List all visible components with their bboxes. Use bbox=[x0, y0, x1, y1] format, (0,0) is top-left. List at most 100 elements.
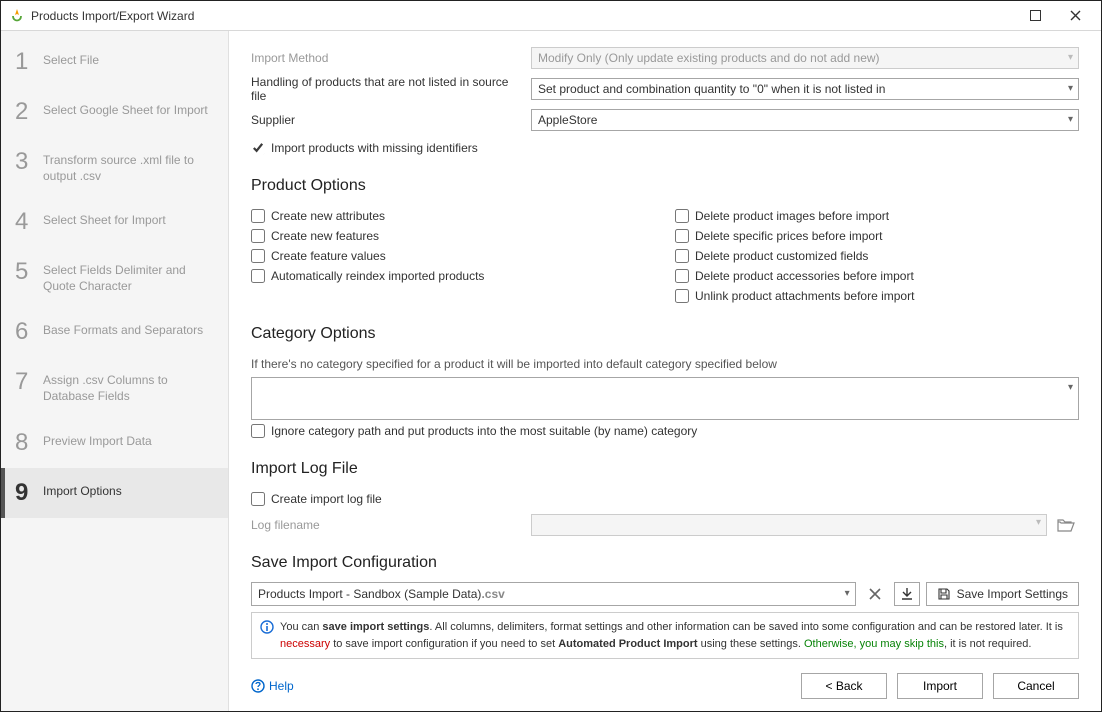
chk-delete-prices[interactable]: Delete specific prices before import bbox=[675, 227, 1079, 245]
checkbox-input[interactable] bbox=[251, 269, 265, 283]
step-4[interactable]: 4 Select Sheet for Import bbox=[1, 197, 228, 247]
app-icon bbox=[9, 8, 25, 24]
checkbox-label: Create new features bbox=[271, 229, 379, 243]
chk-auto-reindex[interactable]: Automatically reindex imported products bbox=[251, 267, 655, 285]
checkbox-label: Import products with missing identifiers bbox=[271, 141, 478, 155]
help-icon bbox=[251, 679, 265, 693]
checkbox-input[interactable] bbox=[675, 249, 689, 263]
chk-delete-images[interactable]: Delete product images before import bbox=[675, 207, 1079, 225]
step-7[interactable]: 7Assign .csv Columns to Database Fields bbox=[1, 357, 228, 417]
help-link[interactable]: Help bbox=[251, 679, 294, 693]
category-options-heading: Category Options bbox=[251, 325, 1079, 343]
checkbox-input[interactable] bbox=[251, 209, 265, 223]
handling-row: Handling of products that are not listed… bbox=[251, 75, 1079, 103]
close-icon bbox=[869, 588, 881, 600]
save-config-heading: Save Import Configuration bbox=[251, 554, 1079, 572]
save-icon bbox=[937, 587, 951, 601]
step-9[interactable]: 9Import Options bbox=[1, 468, 228, 518]
step-number: 2 bbox=[15, 100, 33, 124]
step-5[interactable]: 5 Select Fields Delimiter and Quote Chara… bbox=[1, 247, 228, 307]
step-number: 4 bbox=[15, 210, 33, 234]
chk-delete-custom-fields[interactable]: Delete product customized fields bbox=[675, 247, 1079, 265]
product-options-grid: Create new attributes Create new feature… bbox=[251, 205, 1079, 307]
download-config-button[interactable] bbox=[894, 582, 920, 606]
checkbox-input[interactable] bbox=[675, 289, 689, 303]
content-pane: Import Method Modify Only (Only update e… bbox=[229, 31, 1101, 711]
step-label: Transform source .xml file to output .cs… bbox=[43, 150, 218, 184]
save-info-box: You can save import settings. All column… bbox=[251, 612, 1079, 659]
step-label: Select Google Sheet for Import bbox=[43, 100, 208, 119]
supplier-label: Supplier bbox=[251, 113, 525, 127]
checkbox-input[interactable] bbox=[251, 249, 265, 263]
missing-ids-checkbox[interactable]: Import products with missing identifiers bbox=[251, 139, 1079, 157]
import-method-label: Import Method bbox=[251, 51, 525, 65]
square-icon bbox=[1030, 10, 1041, 21]
import-method-row: Import Method Modify Only (Only update e… bbox=[251, 47, 1079, 69]
back-button[interactable]: < Back bbox=[801, 673, 887, 699]
import-method-combo[interactable]: Modify Only (Only update existing produc… bbox=[531, 47, 1079, 69]
step-6[interactable]: 6Base Formats and Separators bbox=[1, 307, 228, 357]
close-button[interactable] bbox=[1055, 2, 1095, 30]
step-label: Select Sheet for Import bbox=[43, 210, 166, 229]
product-options-left: Create new attributes Create new feature… bbox=[251, 205, 655, 307]
chk-create-feature-values[interactable]: Create feature values bbox=[251, 247, 655, 265]
log-filename-label: Log filename bbox=[251, 518, 525, 532]
save-import-settings-button[interactable]: Save Import Settings bbox=[926, 582, 1079, 606]
step-label: Base Formats and Separators bbox=[43, 320, 203, 339]
default-category-combo[interactable] bbox=[251, 377, 1079, 420]
save-settings-label: Save Import Settings bbox=[957, 587, 1068, 601]
checkbox-input[interactable] bbox=[251, 229, 265, 243]
import-button[interactable]: Import bbox=[897, 673, 983, 699]
window-title: Products Import/Export Wizard bbox=[31, 9, 194, 23]
checkbox-input[interactable] bbox=[675, 269, 689, 283]
footer: Help < Back Import Cancel bbox=[251, 659, 1079, 699]
checkbox-input[interactable] bbox=[251, 141, 265, 155]
clear-config-button[interactable] bbox=[862, 582, 888, 606]
cancel-button[interactable]: Cancel bbox=[993, 673, 1079, 699]
log-filename-input[interactable] bbox=[531, 514, 1047, 536]
help-label: Help bbox=[269, 679, 294, 693]
checkbox-input[interactable] bbox=[251, 492, 265, 506]
supplier-combo[interactable]: AppleStore bbox=[531, 109, 1079, 131]
checkbox-label: Delete specific prices before import bbox=[695, 229, 882, 243]
handling-combo[interactable]: Set product and combination quantity to … bbox=[531, 78, 1079, 100]
config-name-ext: .csv bbox=[481, 587, 504, 601]
checkbox-input[interactable] bbox=[675, 229, 689, 243]
step-label: Select Fields Delimiter and Quote Charac… bbox=[43, 260, 218, 294]
step-1[interactable]: 1 Select File bbox=[1, 37, 228, 87]
maximize-button[interactable] bbox=[1015, 2, 1055, 30]
chk-delete-accessories[interactable]: Delete product accessories before import bbox=[675, 267, 1079, 285]
close-icon bbox=[1070, 10, 1081, 21]
checkbox-label: Unlink product attachments before import bbox=[695, 289, 914, 303]
chk-create-attributes[interactable]: Create new attributes bbox=[251, 207, 655, 225]
config-name-combo[interactable]: Products Import - Sandbox (Sample Data).… bbox=[251, 582, 856, 606]
step-number: 3 bbox=[15, 150, 33, 174]
step-3[interactable]: 3 Transform source .xml file to output .c… bbox=[1, 137, 228, 197]
supplier-row: Supplier AppleStore bbox=[251, 109, 1079, 131]
info-icon bbox=[260, 620, 274, 634]
chk-create-features[interactable]: Create new features bbox=[251, 227, 655, 245]
step-label: Select File bbox=[43, 50, 99, 69]
log-filename-row: Log filename bbox=[251, 514, 1079, 536]
checkbox-input[interactable] bbox=[675, 209, 689, 223]
window-controls bbox=[1015, 2, 1095, 30]
category-desc: If there's no category specified for a p… bbox=[251, 357, 1079, 371]
step-8[interactable]: 8 Preview Import Data bbox=[1, 418, 228, 468]
step-number: 8 bbox=[15, 431, 33, 455]
checkbox-label: Delete product images before import bbox=[695, 209, 889, 223]
step-number: 1 bbox=[15, 50, 33, 74]
download-icon bbox=[900, 587, 914, 601]
chk-unlink-attachments[interactable]: Unlink product attachments before import bbox=[675, 287, 1079, 305]
step-label: Preview Import Data bbox=[43, 431, 152, 450]
chk-ignore-category-path[interactable]: Ignore category path and put products in… bbox=[251, 422, 1079, 440]
browse-log-button[interactable] bbox=[1053, 514, 1079, 536]
folder-open-icon bbox=[1057, 518, 1075, 532]
checkbox-label: Delete product accessories before import bbox=[695, 269, 914, 283]
step-number: 5 bbox=[15, 260, 33, 284]
handling-label: Handling of products that are not listed… bbox=[251, 75, 525, 103]
step-2[interactable]: 2 Select Google Sheet for Import bbox=[1, 87, 228, 137]
checkbox-input[interactable] bbox=[251, 424, 265, 438]
step-number: 9 bbox=[15, 481, 33, 505]
chk-create-log[interactable]: Create import log file bbox=[251, 490, 1079, 508]
titlebar: Products Import/Export Wizard bbox=[1, 1, 1101, 31]
